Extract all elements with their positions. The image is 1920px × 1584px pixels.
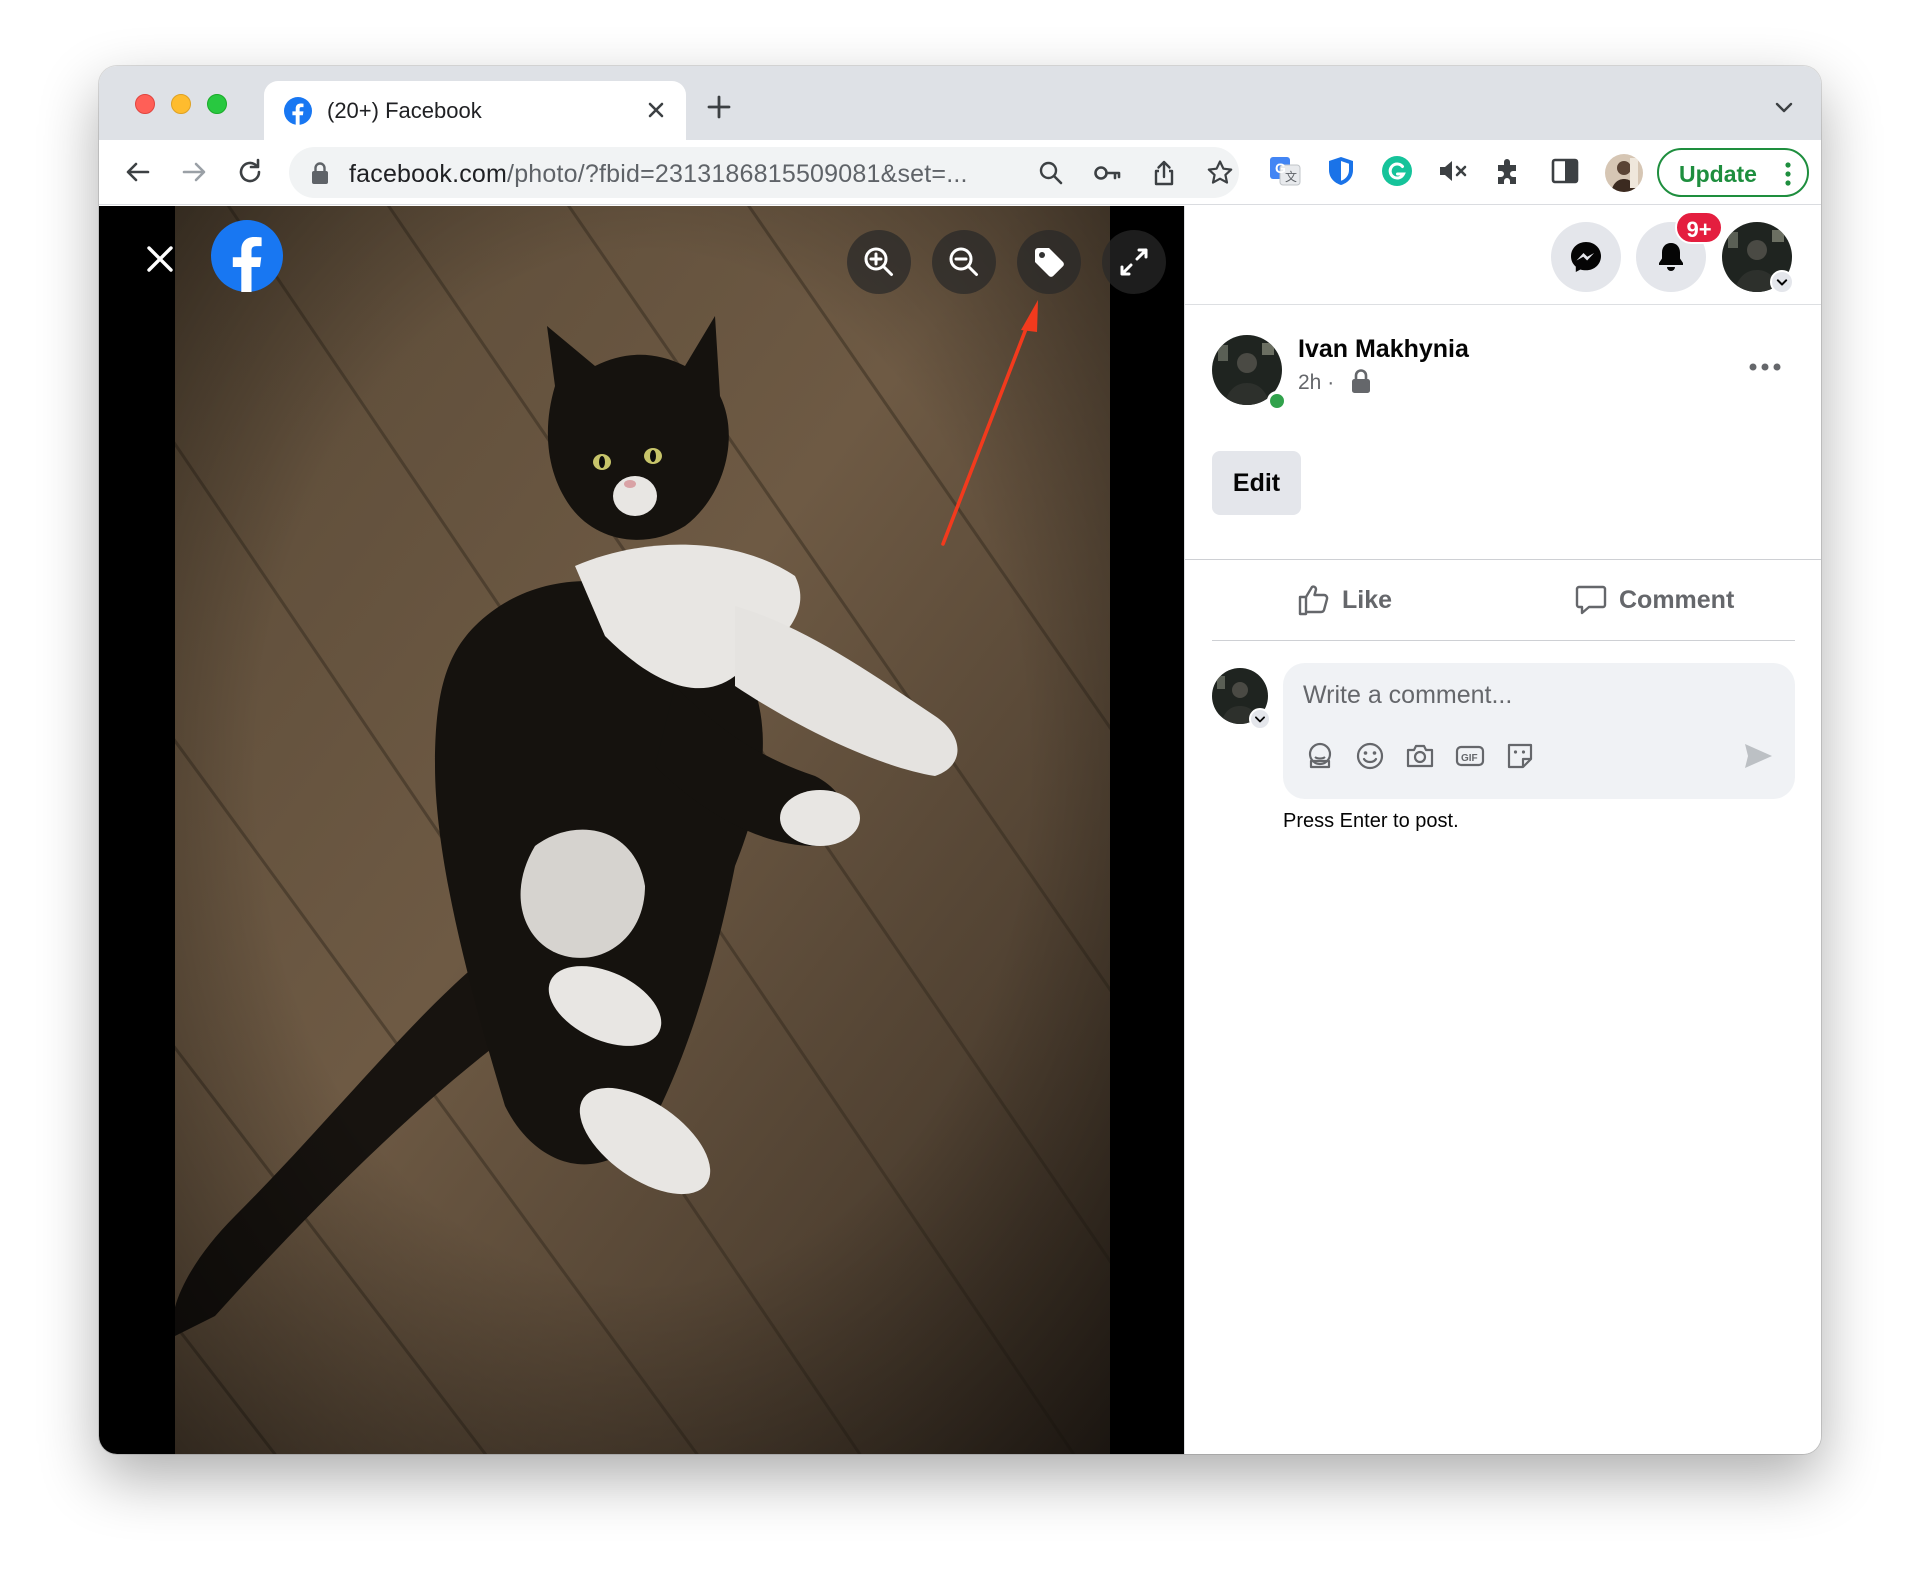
send-icon[interactable] [1741,739,1775,773]
bookmark-star-icon[interactable] [1205,158,1235,188]
notification-badge: 9+ [1675,211,1723,244]
side-panel-icon[interactable] [1548,154,1582,188]
facebook-logo[interactable] [211,220,283,292]
post-timestamp[interactable]: 2h · [1298,371,1334,395]
update-button[interactable]: Update [1657,148,1809,197]
press-enter-hint: Press Enter to post. [1283,810,1459,832]
svg-text:文: 文 [1285,169,1297,184]
emoji-icon[interactable] [1353,739,1387,773]
comment-composer: GIF [1283,663,1795,799]
minimize-window-button[interactable] [171,94,191,114]
key-icon[interactable] [1092,158,1122,188]
search-icon[interactable] [1036,158,1066,188]
avatar-sticker-icon[interactable] [1303,739,1337,773]
shield-extension-icon[interactable] [1324,154,1358,188]
camera-icon[interactable] [1403,739,1437,773]
facebook-top-bar [1185,206,1821,305]
tab-strip: (20+) Facebook [99,66,1821,140]
account-chevron-icon[interactable] [1770,270,1794,294]
zoom-in-button[interactable] [847,230,911,294]
comment-button[interactable]: Comment [1573,580,1773,624]
grammarly-icon[interactable] [1380,154,1414,188]
browser-window: (20+) Facebook facebook.com/photo/?fbid=… [99,66,1821,1454]
tab-close-icon[interactable] [642,96,670,124]
tab-facebook[interactable]: (20+) Facebook [264,81,686,140]
like-button[interactable]: Like [1296,580,1446,624]
browser-toolbar: facebook.com/photo/?fbid=231318681550908… [99,140,1821,205]
zoom-out-icon [949,247,978,276]
tag-button[interactable] [1017,230,1081,294]
more-options-icon[interactable] [1745,357,1785,377]
gif-icon[interactable]: GIF [1453,739,1487,773]
tab-search-chevron-icon[interactable] [1773,96,1795,118]
back-arrow-icon[interactable] [122,156,154,188]
thumbs-up-icon [1298,585,1329,616]
zoom-out-button[interactable] [932,230,996,294]
zoom-in-icon [864,247,893,276]
new-tab-icon[interactable] [704,92,734,122]
address-bar[interactable]: facebook.com/photo/?fbid=231318681550908… [289,147,1239,198]
edit-button[interactable]: Edit [1212,451,1301,515]
bell-icon [1659,243,1683,271]
url-text: facebook.com/photo/?fbid=231318681550908… [349,160,968,188]
tab-title: (20+) Facebook [327,98,482,123]
author-name[interactable]: Ivan Makhynia [1298,335,1469,364]
cat-photo [175,206,1110,1454]
more-vert-icon [1785,162,1791,186]
close-window-button[interactable] [135,94,155,114]
online-status-dot [1267,391,1287,411]
svg-text:GIF: GIF [1461,753,1478,764]
post-side-panel: Ivan Makhynia 2h · Edit Like Comment Wri… [1184,206,1821,1454]
fullscreen-button[interactable] [1102,230,1166,294]
commenter-chevron-icon[interactable] [1249,708,1271,730]
comment-input[interactable] [1303,673,1763,717]
tag-icon [1035,248,1064,277]
fullscreen-icon [1120,248,1148,276]
messenger-button[interactable] [1551,222,1621,292]
share-icon[interactable] [1149,158,1179,188]
extensions-puzzle-icon[interactable] [1492,154,1526,188]
reload-icon[interactable] [234,156,266,188]
divider [1185,559,1821,560]
divider [1212,640,1795,641]
forward-arrow-icon[interactable] [178,156,210,188]
comment-icon [1575,585,1607,615]
sticker-icon[interactable] [1503,739,1537,773]
post-header: Ivan Makhynia 2h · Edit [1185,305,1821,565]
muted-speaker-icon[interactable] [1436,154,1470,188]
browser-profile-avatar[interactable] [1605,154,1643,192]
facebook-favicon-icon [284,97,312,125]
maximize-window-button[interactable] [207,94,227,114]
lock-icon [312,162,328,184]
close-viewer-icon[interactable] [139,238,181,280]
photo-viewer [99,206,1184,1454]
messenger-icon [1571,242,1601,272]
google-translate-icon[interactable]: G 文 [1268,154,1302,188]
privacy-lock-icon[interactable] [1349,367,1373,395]
